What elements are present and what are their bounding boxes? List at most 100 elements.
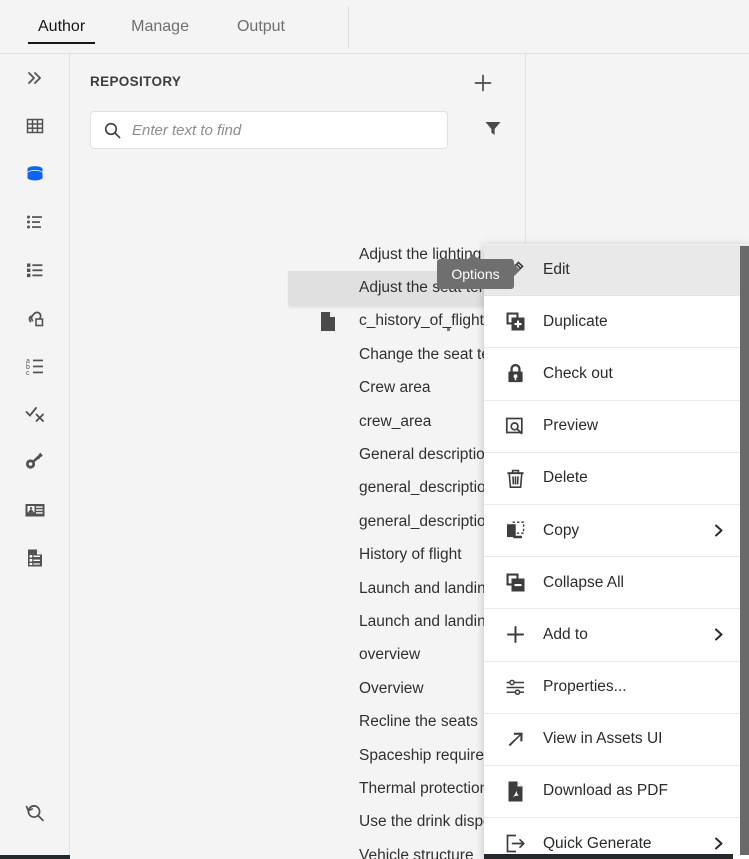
search-icon — [103, 121, 122, 140]
menu-item-label: View in Assets UI — [543, 730, 662, 748]
tree-row-label: General description — [359, 446, 493, 464]
links-button[interactable] — [0, 294, 70, 342]
menu-item-label: Duplicate — [543, 313, 608, 331]
left-icon-rail: a b c — [0, 54, 70, 859]
tree-row[interactable]: General description — [70, 438, 525, 471]
menu-item-label: Properties... — [543, 678, 627, 696]
tree-row[interactable]: Launch and landing site — [70, 605, 525, 638]
tree-row-label: Vehicle structure — [359, 847, 474, 859]
tab-manage[interactable]: Manage — [107, 0, 213, 54]
arrow-up-right-icon — [500, 726, 530, 752]
tree-row-label: general_description — [359, 513, 494, 531]
chevron-double-right-icon — [24, 67, 46, 89]
search-row — [90, 111, 510, 149]
svg-text:c: c — [26, 370, 30, 377]
tree-row-label: Overview — [359, 680, 424, 698]
plus-icon — [500, 622, 530, 648]
pdf-icon — [500, 778, 530, 804]
menu-item-preview[interactable]: Preview — [484, 401, 749, 453]
check-x-icon — [23, 402, 47, 426]
collapse-all-icon — [500, 570, 530, 596]
tree-row[interactable]: Overview — [70, 672, 525, 705]
add-button[interactable] — [466, 68, 500, 102]
chevron-right-icon — [710, 626, 727, 643]
menu-item-quick-generate[interactable]: Quick Generate — [484, 818, 749, 859]
rail-scroll-indicator[interactable] — [0, 855, 70, 859]
key-icon — [23, 450, 47, 474]
context-menu-horizontal-scrollbar[interactable] — [484, 854, 733, 859]
tree-row[interactable]: general_description — [70, 505, 525, 538]
menu-item-label: Edit — [543, 261, 570, 279]
sliders-icon — [500, 674, 530, 700]
trash-icon — [500, 465, 530, 491]
top-tab-bar: Author Manage Output — [0, 0, 749, 54]
menu-item-label: Copy — [543, 522, 579, 540]
menu-item-duplicate[interactable]: Duplicate — [484, 296, 749, 348]
tab-output[interactable]: Output — [213, 0, 309, 54]
menu-item-copy[interactable]: Copy — [484, 505, 749, 557]
tree-row[interactable]: Thermal protection — [70, 772, 525, 805]
export-icon — [500, 831, 530, 857]
tree-row[interactable]: Launch and landing site — [70, 572, 525, 605]
menu-item-collapse-all[interactable]: Collapse All — [484, 557, 749, 609]
permissions-button[interactable] — [0, 438, 70, 486]
tree-row[interactable]: Crew area — [70, 372, 525, 405]
page-title: REPOSITORY — [90, 74, 181, 89]
validation-button[interactable] — [0, 390, 70, 438]
expand-rail-button[interactable] — [0, 54, 70, 102]
menu-item-label: Check out — [543, 365, 613, 383]
tree-row-label: Thermal protection — [359, 780, 488, 798]
menu-item-download-as-pdf[interactable]: Download as PDF — [484, 766, 749, 818]
tree-row[interactable]: general_description — [70, 472, 525, 505]
menu-item-edit[interactable]: Edit — [484, 244, 749, 296]
tree-row[interactable]: c_history_of_flight — [70, 305, 525, 338]
menu-item-add-to[interactable]: Add to — [484, 609, 749, 661]
menu-item-delete[interactable]: Delete — [484, 453, 749, 505]
documents-button[interactable] — [0, 534, 70, 582]
document-blocks-icon — [23, 546, 47, 570]
abc-list-icon: a b c — [23, 354, 47, 378]
lock-icon — [500, 361, 530, 387]
repository-header: REPOSITORY — [70, 54, 525, 104]
variables-button[interactable]: a b c — [0, 342, 70, 390]
duplicate-icon — [500, 309, 530, 335]
tree-row[interactable]: crew_area — [70, 405, 525, 438]
square-list-icon — [24, 259, 46, 281]
preview-icon — [500, 413, 530, 439]
tree-row-label: crew_area — [359, 413, 431, 431]
repository-panel: REPOSITORY — [70, 54, 525, 859]
plus-icon — [471, 71, 495, 100]
tree-row[interactable]: Change the seat tempera — [70, 338, 525, 371]
tree-row-label: general_description — [359, 479, 494, 497]
menu-item-label: Download as PDF — [543, 782, 668, 800]
search-input[interactable] — [132, 122, 447, 139]
menu-item-view-in-assets-ui[interactable]: View in Assets UI — [484, 714, 749, 766]
tab-label: Manage — [131, 18, 189, 36]
filter-button[interactable] — [478, 115, 508, 145]
context-menu-vertical-scrollbar[interactable] — [740, 246, 749, 855]
id-card-icon — [23, 498, 47, 522]
database-icon — [23, 162, 47, 186]
context-menu: Edit Duplicate Check out Preview Delete Copy C… — [484, 244, 749, 859]
tree-row[interactable]: Vehicle structure — [70, 839, 525, 859]
tree-row[interactable]: Use the drink dispenser — [70, 806, 525, 839]
block-list-button[interactable] — [0, 246, 70, 294]
grid-view-button[interactable] — [0, 102, 70, 150]
menu-item-properties[interactable]: Properties... — [484, 662, 749, 714]
search-box[interactable] — [90, 111, 448, 149]
sidebar-item-repository[interactable] — [0, 150, 70, 198]
tree-row[interactable]: Recline the seats — [70, 705, 525, 738]
search-refresh-icon — [22, 800, 48, 826]
outline-list-button[interactable] — [0, 198, 70, 246]
menu-item-check-out[interactable]: Check out — [484, 348, 749, 400]
metadata-button[interactable] — [0, 486, 70, 534]
tab-author[interactable]: Author — [16, 0, 107, 54]
menu-item-label: Delete — [543, 469, 588, 487]
tree-row[interactable]: Spaceship requirements — [70, 739, 525, 772]
tree-row[interactable]: overview — [70, 639, 525, 672]
search-refresh-button[interactable] — [0, 789, 70, 837]
menu-item-label: Quick Generate — [543, 835, 652, 853]
tree-row[interactable]: History of flight — [70, 539, 525, 572]
menu-item-label: Preview — [543, 417, 598, 435]
tree-row-label: History of flight — [359, 546, 462, 564]
